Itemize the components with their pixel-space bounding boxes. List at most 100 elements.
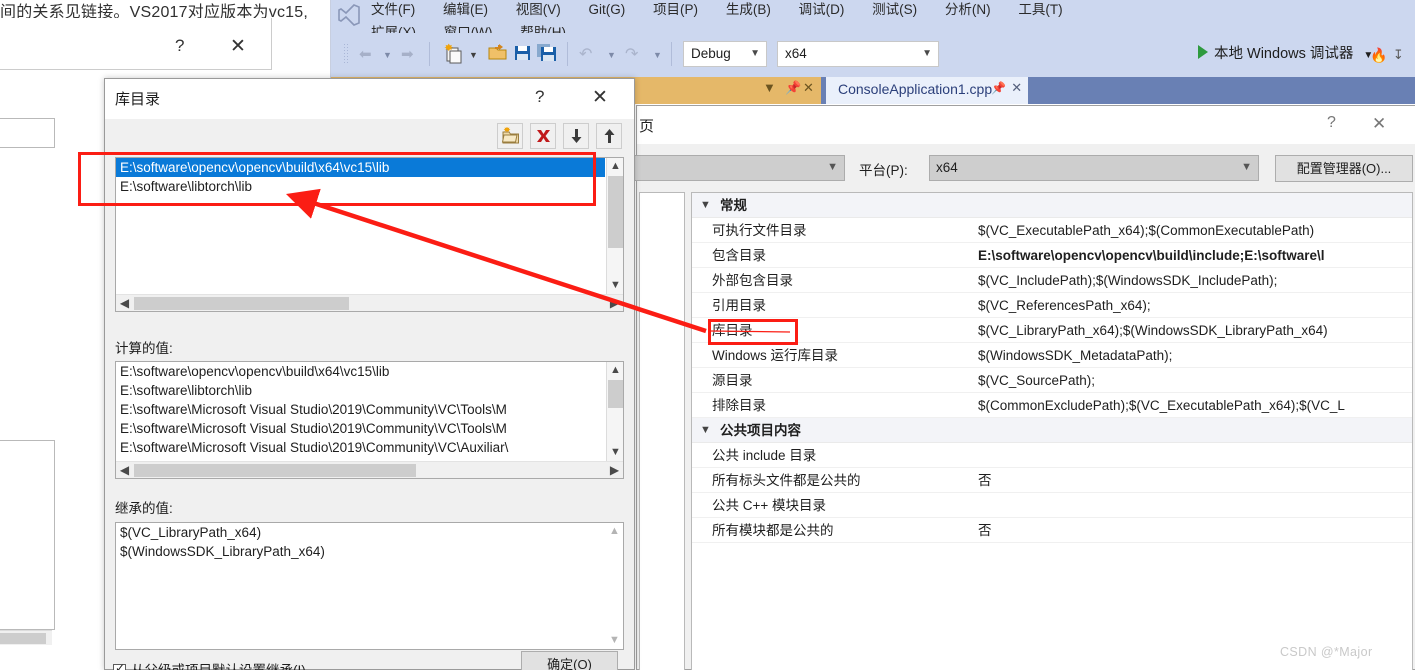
dialog-title: 库目录 (115, 91, 161, 108)
help-icon[interactable]: ? (175, 36, 184, 56)
property-category-public-project-content[interactable]: ▼ 公共项目内容 (692, 418, 1412, 443)
step-into-icon[interactable]: ↧ (1393, 43, 1404, 67)
inherited-value-listbox[interactable]: $(VC_LibraryPath_x64) $(WindowsSDK_Libra… (115, 522, 624, 650)
navigate-back-icon[interactable]: ⬅ (359, 43, 372, 67)
pin-icon[interactable]: 📌 (991, 81, 1006, 95)
menu-item-view[interactable]: 视图(V) (516, 0, 561, 21)
table-row[interactable]: 公共 C++ 模块目录 (692, 493, 1412, 518)
scrollbar-thumb[interactable] (134, 297, 349, 310)
scroll-down-icon[interactable]: ▼ (607, 444, 623, 461)
menu-item-edit[interactable]: 编辑(E) (443, 0, 488, 21)
close-icon[interactable]: ✕ (1011, 80, 1022, 96)
save-all-icon[interactable] (537, 43, 558, 67)
menu-item-test[interactable]: 测试(S) (872, 0, 917, 21)
menu-item-git[interactable]: Git(G) (589, 0, 626, 21)
list-item: mmunity\VC\Au (0, 521, 54, 541)
platform-select[interactable]: x64 ▼ (929, 155, 1259, 181)
play-icon (1198, 45, 1208, 59)
menu-item-debug[interactable]: 调试(D) (799, 0, 845, 21)
delete-icon[interactable] (530, 123, 556, 149)
scrollbar-thumb[interactable] (134, 464, 416, 477)
redo-icon[interactable]: ↷ (625, 43, 638, 67)
table-row[interactable]: 所有模块都是公共的 否 (692, 518, 1412, 543)
redo-dropdown-icon[interactable]: ▼ (653, 43, 662, 67)
table-row[interactable]: 所有标头文件都是公共的 否 (692, 468, 1412, 493)
start-debug-button[interactable]: 本地 Windows 调试器 ▼ (1198, 42, 1373, 66)
scroll-down-icon[interactable]: ▼ (606, 632, 623, 649)
scroll-left-icon[interactable]: ◀ (116, 462, 133, 478)
navigate-back-dropdown-icon[interactable]: ▼ (383, 43, 392, 67)
evaluated-horizontal-scrollbar[interactable]: ◀ ▶ (116, 461, 623, 478)
save-icon[interactable] (513, 43, 532, 67)
scroll-up-icon[interactable]: ▲ (607, 362, 623, 379)
background-horizontal-scrollbar[interactable] (0, 630, 52, 645)
new-item-icon[interactable] (443, 43, 464, 67)
property-key: 排除目录 (712, 398, 766, 413)
toolbar-grip[interactable] (343, 43, 349, 65)
property-value: $(VC_IncludePath);$(WindowsSDK_IncludePa… (978, 273, 1278, 288)
table-row[interactable]: 可执行文件目录 $(VC_ExecutablePath_x64);$(Commo… (692, 218, 1412, 243)
move-up-icon[interactable] (596, 123, 622, 149)
move-down-icon[interactable] (563, 123, 589, 149)
scroll-up-icon[interactable]: ▲ (606, 523, 623, 540)
table-row[interactable]: 公共 include 目录 (692, 443, 1412, 468)
close-icon[interactable]: ✕ (1372, 114, 1386, 134)
undo-icon[interactable]: ↶ (579, 43, 592, 67)
navigate-forward-icon[interactable]: ➡ (401, 43, 414, 67)
open-file-icon[interactable] (487, 43, 509, 67)
evaluated-vertical-scrollbar[interactable]: ▲ ▼ (606, 362, 623, 461)
configuration-manager-button[interactable]: 配置管理器(O)... (1275, 155, 1413, 182)
new-folder-icon[interactable] (497, 123, 523, 149)
table-row[interactable]: 源目录 $(VC_SourcePath); (692, 368, 1412, 393)
property-key: 所有模块都是公共的 (712, 523, 834, 538)
listbox-vertical-scrollbar[interactable]: ▲ ▼ (606, 158, 623, 294)
configuration-dropdown[interactable]: Debug ▼ (683, 41, 767, 67)
menu-item-analyze[interactable]: 分析(N) (945, 0, 991, 21)
table-row[interactable]: Windows 运行库目录 $(WindowsSDK_MetadataPath)… (692, 343, 1412, 368)
scroll-right-icon[interactable]: ▶ (606, 462, 623, 478)
watermark: CSDN @*Major (1280, 645, 1373, 659)
inherited-vertical-scrollbar[interactable]: ▲ ▼ (606, 523, 623, 649)
evaluated-value-listbox[interactable]: E:\software\opencv\opencv\build\x64\vc15… (115, 361, 624, 479)
help-icon[interactable]: ? (535, 87, 544, 107)
ok-button[interactable]: 确定(O) (521, 651, 618, 670)
tab-dropdown-icon[interactable]: ▼ (763, 80, 776, 95)
dialog-title-bar: 库目录 ? ✕ (105, 79, 634, 119)
table-row[interactable]: 外部包含目录 $(VC_IncludePath);$(WindowsSDK_In… (692, 268, 1412, 293)
close-icon[interactable]: ✕ (803, 80, 814, 96)
scrollbar-thumb[interactable] (608, 176, 623, 248)
undo-dropdown-icon[interactable]: ▼ (607, 43, 616, 67)
close-icon[interactable]: ✕ (230, 35, 246, 58)
checkbox-icon[interactable] (113, 661, 126, 670)
scroll-up-icon[interactable]: ▲ (607, 158, 623, 175)
table-row[interactable]: 包含目录 E:\software\opencv\opencv\build\inc… (692, 243, 1412, 268)
property-pages-title-bar: 页 ? ✕ (637, 106, 1415, 144)
close-icon[interactable]: ✕ (592, 86, 608, 109)
new-item-dropdown-icon[interactable]: ▼ (469, 43, 478, 67)
property-pages-tree-panel[interactable] (639, 192, 685, 670)
platform-dropdown[interactable]: x64 ▼ (777, 41, 939, 67)
property-value: $(VC_SourcePath); (978, 373, 1096, 388)
pin-icon[interactable]: 📌 (785, 80, 801, 96)
list-item: mmunity\VC\To (0, 481, 54, 501)
menu-item-tools[interactable]: 工具(T) (1018, 0, 1062, 21)
table-row-library-directories[interactable]: 库目录 $(VC_LibraryPath_x64);$(WindowsSDK_L… (692, 318, 1412, 343)
scrollbar-thumb[interactable] (608, 380, 623, 408)
menu-item-file[interactable]: 文件(F) (371, 0, 415, 21)
scroll-down-icon[interactable]: ▼ (607, 277, 623, 294)
inherit-checkbox[interactable]: 从父级或项目默认设置继承(I) (113, 659, 306, 670)
hot-reload-icon[interactable]: 🔥 (1370, 43, 1387, 67)
help-icon[interactable]: ? (1327, 114, 1336, 132)
menu-item-project[interactable]: 项目(P) (653, 0, 698, 21)
table-row[interactable]: 引用目录 $(VC_ReferencesPath_x64); (692, 293, 1412, 318)
list-item: \opencv\build\ (0, 441, 54, 461)
menu-item-build[interactable]: 生成(B) (726, 0, 771, 21)
property-category-general[interactable]: ▼ 常规 (692, 193, 1412, 218)
scroll-left-icon[interactable]: ◀ (116, 295, 133, 311)
tab-consoleapplication1-cpp[interactable]: ConsoleApplication1.cpp 📌 ✕ (826, 77, 1029, 104)
background-listbox-bottom: \opencv\build\ mmunity\VC\To mmunity\VC\… (0, 440, 55, 630)
table-row[interactable]: 排除目录 $(CommonExcludePath);$(VC_Executabl… (692, 393, 1412, 418)
property-value: $(WindowsSDK_MetadataPath); (978, 348, 1173, 363)
scroll-right-icon[interactable]: ▶ (606, 295, 623, 311)
listbox-horizontal-scrollbar[interactable]: ◀ ▶ (116, 294, 623, 311)
